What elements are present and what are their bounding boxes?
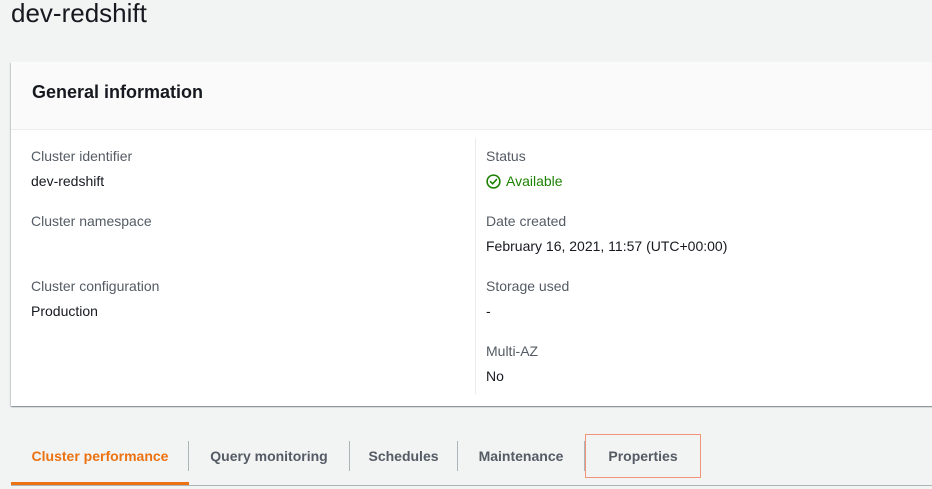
cluster-identifier-value: dev-redshift: [31, 173, 105, 189]
cluster-identifier: Cluster identifier dev-redshift: [31, 147, 132, 190]
page-title: dev-redshift: [11, 0, 147, 28]
cluster-configuration-value: Production: [31, 303, 98, 319]
check-circle-icon: [486, 173, 501, 189]
page: dev-redshift General information Cluster…: [0, 0, 932, 489]
general-information-panel: General information Cluster identifier d…: [11, 62, 932, 406]
panel-title: General information: [32, 82, 204, 102]
multi-az-value: No: [486, 368, 504, 384]
tab-query-monitoring[interactable]: Query monitoring: [189, 434, 349, 478]
date-created-label: Date created: [486, 213, 567, 229]
left-column: Cluster identifier dev-redshift Cluster …: [31, 130, 471, 406]
tab-bar-baseline: [11, 485, 932, 486]
status: Status Available: [486, 147, 563, 190]
multi-az: Multi-AZ No: [486, 342, 538, 385]
cluster-identifier-label: Cluster identifier: [31, 148, 133, 164]
tab-bar: Cluster performance Query monitoring Sch…: [11, 434, 932, 486]
date-created: Date created February 16, 2021, 11:57 (U…: [486, 212, 727, 255]
storage-used-value: -: [486, 303, 491, 319]
status-badge: Available: [486, 172, 563, 190]
status-value: Available: [506, 173, 563, 189]
right-column: Status Available Date created February 1…: [486, 130, 916, 406]
storage-used-label: Storage used: [486, 278, 570, 294]
cluster-namespace: Cluster namespace: [31, 212, 152, 237]
panel-header: General information: [11, 62, 932, 130]
cluster-configuration-label: Cluster configuration: [31, 278, 160, 294]
column-divider: [475, 138, 476, 394]
multi-az-label: Multi-AZ: [486, 343, 539, 359]
tab-schedules[interactable]: Schedules: [350, 434, 457, 478]
cluster-configuration: Cluster configuration Production: [31, 277, 159, 320]
cluster-namespace-label: Cluster namespace: [31, 213, 152, 229]
tab-properties[interactable]: Properties: [585, 434, 701, 478]
tab-maintenance[interactable]: Maintenance: [458, 434, 584, 478]
tab-cluster-performance[interactable]: Cluster performance: [11, 434, 189, 478]
date-created-value: February 16, 2021, 11:57 (UTC+00:00): [486, 238, 728, 254]
status-label: Status: [486, 148, 526, 164]
storage-used: Storage used -: [486, 277, 569, 320]
